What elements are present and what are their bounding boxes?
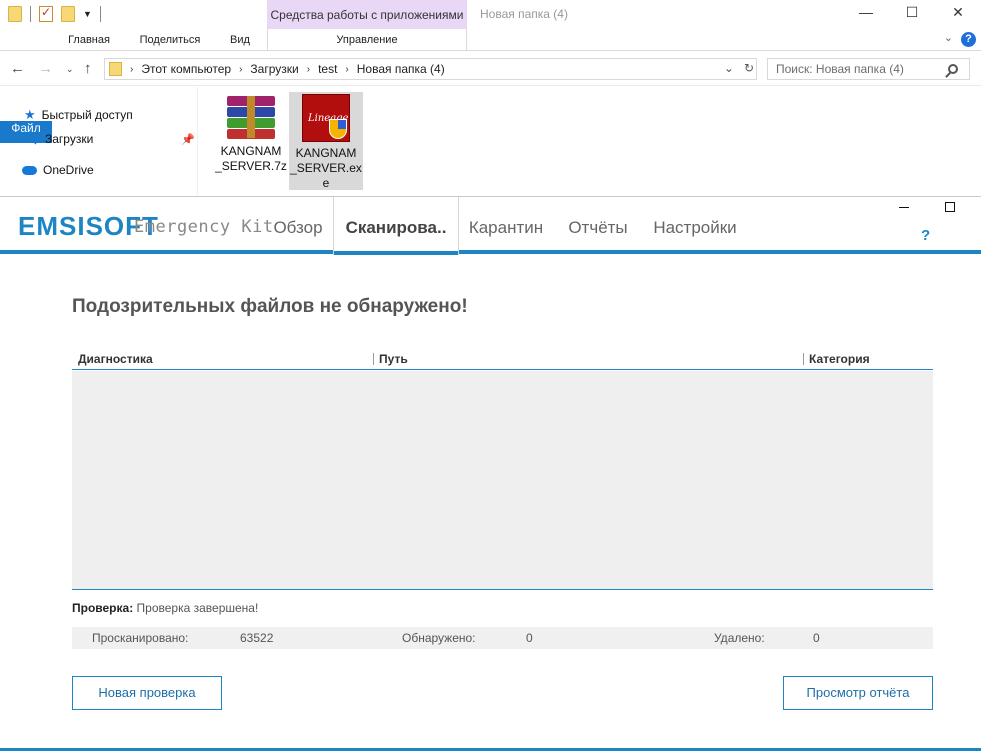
found-value: 0 xyxy=(526,631,533,645)
emsisoft-header: EMSISOFT Emergency Kit Обзор Сканирова..… xyxy=(0,196,981,255)
breadcrumb-downloads[interactable]: Загрузки xyxy=(250,62,298,76)
breadcrumb-test[interactable]: test xyxy=(318,62,337,76)
minimize-icon[interactable] xyxy=(899,207,909,208)
help-icon[interactable]: ? xyxy=(961,32,976,47)
customize-toolbar-icon[interactable]: ▼ xyxy=(83,9,92,19)
recent-locations-icon[interactable]: ⌄ xyxy=(66,64,74,75)
address-bar[interactable]: › Этот компьютер › Загрузки › test › Нов… xyxy=(104,58,757,80)
tab-settings[interactable]: Настройки xyxy=(646,197,744,255)
file-name: KANGNAM xyxy=(220,144,282,158)
tab-manage[interactable]: Управление xyxy=(267,29,467,51)
help-icon[interactable]: ? xyxy=(921,227,930,244)
tab-scan[interactable]: Сканирова.. xyxy=(333,197,459,255)
download-arrow-icon: ↓ xyxy=(32,131,39,147)
cloud-icon xyxy=(22,165,37,175)
status-value: Проверка завершена! xyxy=(136,601,259,615)
tab-view[interactable]: Вид xyxy=(220,29,260,51)
maximize-icon[interactable] xyxy=(945,202,955,212)
chevron-right-icon[interactable]: › xyxy=(345,64,348,75)
breadcrumb-this-pc[interactable]: Этот компьютер xyxy=(141,62,231,76)
scanned-value: 63522 xyxy=(240,631,274,645)
tab-overview[interactable]: Обзор xyxy=(262,197,334,255)
folder-icon xyxy=(109,62,122,76)
star-icon: ★ xyxy=(24,107,36,122)
file-name: KANGNAM xyxy=(295,146,357,160)
close-button[interactable]: ✕ xyxy=(935,0,981,26)
file-item-exe[interactable]: Lineage KANGNAM _SERVER.ex e xyxy=(289,92,363,190)
detections-table: Диагностика Путь Категория xyxy=(72,350,933,591)
removed-label: Удалено: xyxy=(714,631,765,645)
column-header-path[interactable]: Путь xyxy=(379,352,408,366)
ribbon-tabs: Файл Главная Поделиться Вид Управление ⌄… xyxy=(0,29,981,143)
scan-stats-bar: Просканировано: 63522 Обнаружено: 0 Удал… xyxy=(72,627,933,649)
up-arrow-icon[interactable]: ↑ xyxy=(84,60,92,77)
tab-reports[interactable]: Отчёты xyxy=(558,197,638,255)
file-name: e xyxy=(322,176,330,190)
properties-icon[interactable] xyxy=(39,5,53,22)
context-tab-app-tools: Средства работы с приложениями xyxy=(267,0,467,29)
new-folder-icon[interactable] xyxy=(61,6,75,22)
uac-shield-icon xyxy=(329,119,347,139)
chevron-right-icon[interactable]: › xyxy=(130,64,133,75)
pin-icon[interactable]: 📌 xyxy=(181,133,195,146)
tab-quarantine[interactable]: Карантин xyxy=(460,197,552,255)
breadcrumb-current-folder[interactable]: Новая папка (4) xyxy=(357,62,445,76)
maximize-button[interactable]: ☐ xyxy=(889,0,935,26)
column-header-diagnosis[interactable]: Диагностика xyxy=(78,352,153,366)
removed-value: 0 xyxy=(813,631,820,645)
toolbar-divider xyxy=(30,6,31,22)
explorer-titlebar: ▼ Средства работы с приложениями Новая п… xyxy=(0,0,981,29)
view-report-button[interactable]: Просмотр отчёта xyxy=(783,676,933,710)
scan-result-title: Подозрительных файлов не обнаружено! xyxy=(72,296,468,317)
quick-access-toolbar: ▼ xyxy=(8,4,101,24)
refresh-icon[interactable]: ↻ xyxy=(744,61,754,75)
search-icon[interactable] xyxy=(948,64,958,74)
address-row: ← → ⌄ ↑ › Этот компьютер › Загрузки › te… xyxy=(0,52,981,86)
column-header-category[interactable]: Категория xyxy=(809,352,870,366)
nav-item-onedrive[interactable]: OneDrive xyxy=(22,163,94,177)
status-label: Проверка: xyxy=(72,601,134,615)
tab-share[interactable]: Поделиться xyxy=(130,29,210,51)
new-scan-button[interactable]: Новая проверка xyxy=(72,676,222,710)
table-header: Диагностика Путь Категория xyxy=(72,350,933,370)
toolbar-divider xyxy=(99,6,101,22)
search-input[interactable]: Поиск: Новая папка (4) xyxy=(767,58,970,80)
chevron-down-icon[interactable]: ⌄ xyxy=(944,31,953,44)
found-label: Обнаружено: xyxy=(402,631,476,645)
chevron-right-icon[interactable]: › xyxy=(307,64,310,75)
column-divider[interactable] xyxy=(803,353,804,365)
address-history-icon[interactable]: ⌄ xyxy=(724,61,734,75)
emergency-kit-label: Emergency Kit xyxy=(134,217,274,237)
navigation-pane: ★ Быстрый доступ ↓ Загрузки 📌 OneDrive xyxy=(0,87,198,195)
folder-icon[interactable] xyxy=(8,6,22,22)
nav-item-label: OneDrive xyxy=(43,163,94,177)
minimize-button[interactable]: — xyxy=(843,0,889,26)
nav-item-label: Быстрый доступ xyxy=(41,108,133,122)
nav-item-quick-access[interactable]: ★ Быстрый доступ xyxy=(24,107,133,123)
table-body-empty xyxy=(72,371,933,590)
nav-item-downloads[interactable]: ↓ Загрузки xyxy=(32,131,93,147)
forward-arrow-icon[interactable]: → xyxy=(38,60,53,77)
file-name: _SERVER.7z xyxy=(215,159,287,173)
chevron-right-icon[interactable]: › xyxy=(239,64,242,75)
nav-item-label: Загрузки xyxy=(45,132,94,146)
winrar-archive-icon xyxy=(227,96,275,139)
scanned-label: Просканировано: xyxy=(92,631,189,645)
file-item-7z[interactable]: KANGNAM _SERVER.7z xyxy=(214,92,288,180)
window-title: Новая папка (4) xyxy=(480,7,568,21)
address-actions: ⌄ ↻ xyxy=(724,61,754,75)
back-arrow-icon[interactable]: ← xyxy=(10,60,25,77)
archive-belt xyxy=(247,96,255,138)
scan-status: Проверка: Проверка завершена! xyxy=(72,601,258,615)
lineage-exe-icon: Lineage xyxy=(302,94,350,142)
file-name: _SERVER.ex xyxy=(290,161,362,175)
tab-home[interactable]: Главная xyxy=(58,29,120,51)
column-divider[interactable] xyxy=(373,353,374,365)
